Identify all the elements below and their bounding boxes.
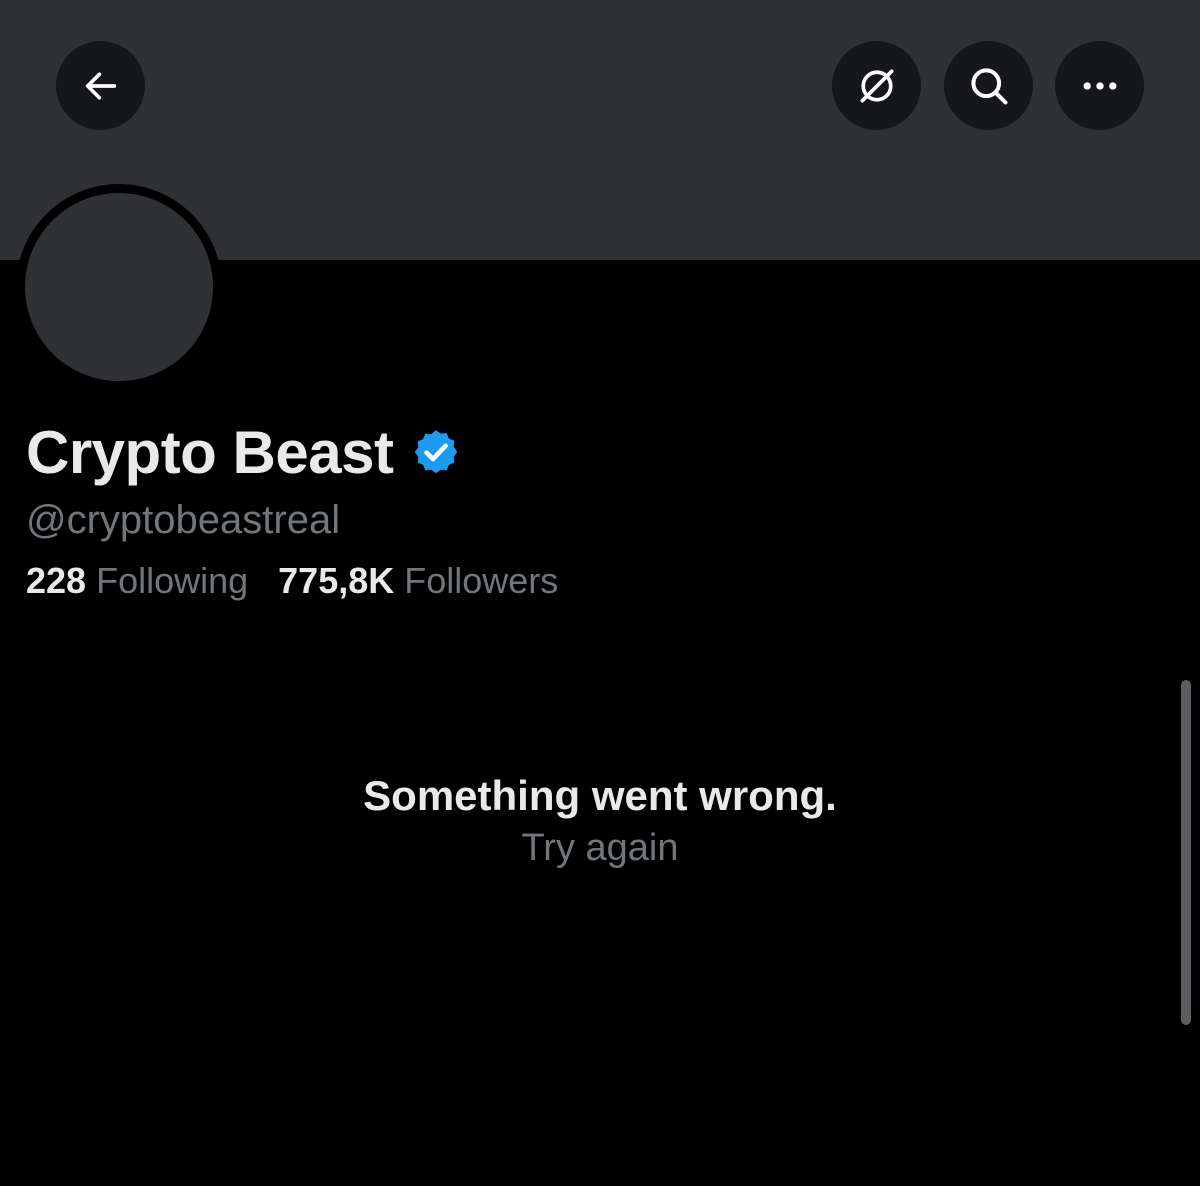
avatar[interactable] [25,193,213,381]
ellipsis-icon [1083,81,1116,90]
following-count: 228 [26,560,87,601]
grok-icon [860,69,893,102]
verified-badge-icon[interactable] [411,427,461,477]
profile-name-row: Crypto Beast [26,416,461,488]
following-link[interactable]: 228 Following [26,560,248,602]
error-message: Something went wrong. Try again [0,770,1200,872]
profile-stats: 228 Following 775,8K Followers [26,560,558,602]
profile-page: Crypto Beast @cryptobeastreal 228 Follow… [0,0,1200,1186]
arrow-left-icon [85,72,116,99]
search-icon [970,67,1008,105]
following-label: Following [96,560,249,601]
display-name: Crypto Beast [26,418,394,486]
grok-button[interactable] [832,41,921,130]
error-title: Something went wrong. [363,772,837,819]
avatar-container[interactable] [16,184,222,390]
followers-count: 775,8K [278,560,395,601]
profile-handle: @cryptobeastreal [26,498,341,542]
more-options-button[interactable] [1055,41,1144,130]
search-button[interactable] [944,41,1033,130]
followers-label: Followers [404,560,559,601]
scrollbar[interactable] [1181,680,1191,1025]
try-again-button[interactable]: Try again [522,824,679,872]
back-button[interactable] [56,41,145,130]
followers-link[interactable]: 775,8K Followers [278,560,558,602]
